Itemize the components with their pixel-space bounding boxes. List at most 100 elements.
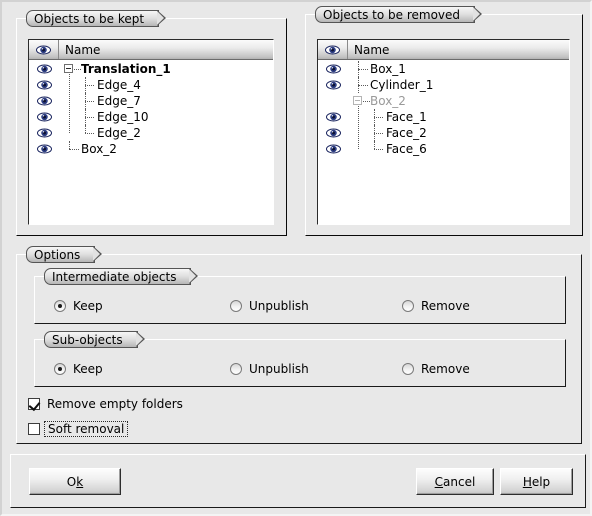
remove-empty-folders-label: Remove empty folders <box>47 397 183 411</box>
eye-icon-glyph <box>36 128 52 138</box>
tree-row[interactable]: Face_1 <box>318 109 569 125</box>
tree-item-label[interactable]: Translation_1 <box>59 61 273 77</box>
tree-item-text: Box_2 <box>81 142 117 156</box>
eye-icon-glyph <box>36 96 52 106</box>
intermediate-objects-group: Intermediate objects Keep Unpublish Remo… <box>34 268 566 324</box>
intermediate-keep-radio[interactable]: Keep <box>54 298 103 314</box>
sub-objects-group: Sub-objects Keep Unpublish Remove <box>34 331 566 387</box>
objects-to-be-removed-group: Objects to be removed Name Box_1 Cylinder… <box>305 6 583 236</box>
tree-item-text: Face_2 <box>386 126 427 140</box>
sub-objects-remove-radio[interactable]: Remove <box>402 361 470 377</box>
visibility-eye-icon[interactable] <box>318 144 348 154</box>
tree-row[interactable]: Box_2 <box>318 93 569 109</box>
kept-tree-body[interactable]: Translation_1 Edge_4 Edge_7 Edge_10 Edge_2 Bo… <box>29 61 273 224</box>
eye-icon-glyph <box>36 80 52 90</box>
radio-indicator[interactable] <box>402 363 414 375</box>
eye-icon <box>29 40 59 59</box>
eye-icon-glyph <box>325 112 341 122</box>
visibility-eye-icon[interactable] <box>318 64 348 74</box>
tree-item-label[interactable]: Box_2 <box>59 141 273 157</box>
tree-row[interactable]: Face_6 <box>318 141 569 157</box>
visibility-eye-icon[interactable] <box>318 112 348 122</box>
tree-item-label[interactable]: Box_1 <box>348 61 569 77</box>
tree-row[interactable]: Edge_10 <box>29 109 273 125</box>
objects-to-be-kept-group: Objects to be kept Name Translation_1 Edg… <box>16 10 287 236</box>
button-bar: Ok Cancel Help <box>10 454 586 508</box>
checkbox-indicator[interactable] <box>28 398 40 410</box>
eye-icon-glyph <box>36 112 52 122</box>
tree-row[interactable]: Translation_1 <box>29 61 273 77</box>
radio-indicator[interactable] <box>54 300 66 312</box>
remove-empty-folders-checkbox[interactable]: Remove empty folders <box>28 396 183 412</box>
tree-item-label[interactable]: Face_6 <box>348 141 569 157</box>
visibility-eye-icon[interactable] <box>29 96 59 106</box>
tree-item-text: Face_6 <box>386 142 427 156</box>
tree-item-text: Edge_7 <box>97 94 141 108</box>
help-button[interactable]: Help <box>500 468 573 495</box>
tree-row[interactable]: Edge_2 <box>29 125 273 141</box>
removed-tree-view[interactable]: Name Box_1 Cylinder_1 Box_2 Face_1 Face_2 Fac… <box>317 39 570 225</box>
sub-objects-keep-radio[interactable]: Keep <box>54 361 103 377</box>
sub-objects-remove-label: Remove <box>421 362 470 376</box>
radio-indicator[interactable] <box>402 300 414 312</box>
tree-item-text: Box_1 <box>370 62 406 76</box>
delete-dependency-dialog: Objects to be kept Name Translation_1 Edg… <box>0 0 592 516</box>
tree-item-label[interactable]: Edge_2 <box>59 125 273 141</box>
intermediate-objects-title: Intermediate objects <box>44 268 199 285</box>
intermediate-unpublish-radio[interactable]: Unpublish <box>230 298 309 314</box>
removed-tree-body[interactable]: Box_1 Cylinder_1 Box_2 Face_1 Face_2 Face_6 <box>318 61 569 224</box>
ok-button[interactable]: Ok <box>29 468 121 495</box>
tree-row[interactable]: Edge_7 <box>29 93 273 109</box>
intermediate-keep-label: Keep <box>73 299 103 313</box>
radio-indicator[interactable] <box>230 300 242 312</box>
tree-item-text: Edge_4 <box>97 78 141 92</box>
removed-tree-name-column: Name <box>354 42 390 57</box>
tree-item-label[interactable]: Edge_4 <box>59 77 273 93</box>
tree-item-text: Cylinder_1 <box>370 78 434 92</box>
tree-row[interactable]: Box_1 <box>318 61 569 77</box>
tree-item-text: Edge_10 <box>97 110 149 124</box>
tree-row[interactable]: Edge_4 <box>29 77 273 93</box>
tree-row[interactable]: Cylinder_1 <box>318 77 569 93</box>
visibility-eye-icon[interactable] <box>29 64 59 74</box>
tree-item-label[interactable]: Face_1 <box>348 109 569 125</box>
ok-button-label: Ok <box>66 474 84 489</box>
cancel-button-label: Cancel <box>434 474 476 489</box>
visibility-eye-icon[interactable] <box>318 128 348 138</box>
kept-tree-view[interactable]: Name Translation_1 Edge_4 Edge_7 Edge_10 Edg… <box>28 39 274 225</box>
tree-item-text: Edge_2 <box>97 126 141 140</box>
sub-objects-unpublish-radio[interactable]: Unpublish <box>230 361 309 377</box>
eye-icon <box>318 40 348 59</box>
eye-icon-glyph <box>325 80 341 90</box>
tree-item-text: Translation_1 <box>81 62 171 76</box>
visibility-eye-icon[interactable] <box>29 144 59 154</box>
cancel-button[interactable]: Cancel <box>416 468 494 495</box>
kept-tree-header: Name <box>29 40 273 60</box>
tree-item-label[interactable]: Face_2 <box>348 125 569 141</box>
intermediate-unpublish-label: Unpublish <box>249 299 309 313</box>
eye-icon-glyph <box>325 45 340 54</box>
intermediate-remove-label: Remove <box>421 299 470 313</box>
intermediate-remove-radio[interactable]: Remove <box>402 298 470 314</box>
eye-icon-glyph <box>36 45 51 54</box>
eye-icon-glyph <box>36 144 52 154</box>
tree-item-label[interactable]: Box_2 <box>348 93 569 109</box>
checkbox-indicator[interactable] <box>28 423 40 435</box>
visibility-eye-icon[interactable] <box>318 80 348 90</box>
radio-indicator[interactable] <box>230 363 242 375</box>
help-button-label: Help <box>522 474 551 489</box>
tree-row[interactable]: Face_2 <box>318 125 569 141</box>
tree-item-label[interactable]: Cylinder_1 <box>348 77 569 93</box>
tree-item-text: Box_2 <box>370 94 406 108</box>
soft-removal-checkbox[interactable]: Soft removal <box>28 421 129 437</box>
eye-icon-glyph <box>36 64 52 74</box>
eye-icon-glyph <box>325 128 341 138</box>
tree-row[interactable]: Box_2 <box>29 141 273 157</box>
visibility-eye-icon[interactable] <box>29 80 59 90</box>
sub-objects-title: Sub-objects <box>44 331 145 348</box>
tree-item-label[interactable]: Edge_10 <box>59 109 273 125</box>
visibility-eye-icon[interactable] <box>29 128 59 138</box>
visibility-eye-icon[interactable] <box>29 112 59 122</box>
tree-item-label[interactable]: Edge_7 <box>59 93 273 109</box>
radio-indicator[interactable] <box>54 363 66 375</box>
